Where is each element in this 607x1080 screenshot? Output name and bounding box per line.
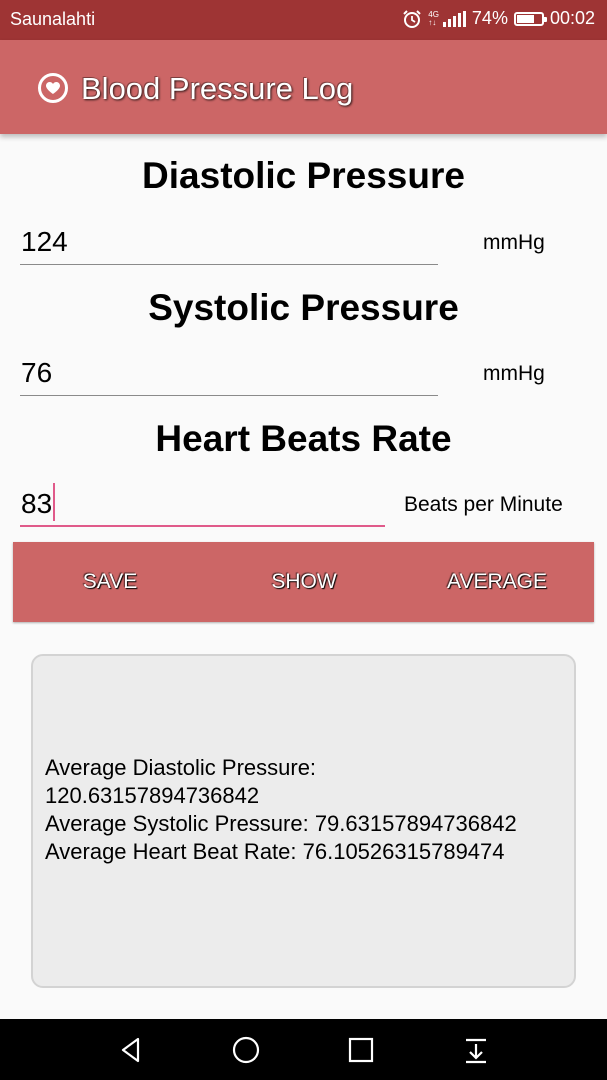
save-button[interactable]: SAVE	[13, 542, 207, 622]
battery-percent: 74%	[471, 8, 508, 28]
diastolic-unit: mmHg	[483, 231, 545, 254]
diastolic-heading: Diastolic Pressure	[142, 155, 465, 196]
average-result-box: Average Diastolic Pressure: 120.63157894…	[31, 654, 576, 988]
status-bar: Saunalahti 4G ↑↓ 74% 00:02	[0, 0, 607, 40]
heart-rate-input[interactable]: 83	[20, 481, 385, 527]
clock: 00:02	[549, 8, 595, 28]
result-line: Average Heart Beat Rate: 76.105263157894…	[45, 839, 505, 864]
home-icon[interactable]	[231, 1035, 261, 1065]
carrier-name: Saunalahti	[10, 9, 96, 29]
button-bar: SAVE SHOW AVERAGE	[13, 542, 594, 622]
result-line: 120.63157894736842	[45, 783, 260, 808]
heart-rate-value: 83	[21, 488, 53, 519]
back-icon[interactable]	[117, 1035, 147, 1065]
navigation-bar	[0, 1019, 607, 1080]
result-line: Average Diastolic Pressure:	[45, 755, 317, 780]
result-line: Average Systolic Pressure: 79.6315789473…	[45, 811, 517, 836]
diastolic-input[interactable]: 124	[20, 219, 438, 265]
average-result-text: Average Diastolic Pressure: 120.63157894…	[45, 754, 517, 866]
app-title: Blood Pressure Log	[81, 71, 354, 106]
systolic-input[interactable]: 76	[20, 350, 438, 396]
text-cursor	[53, 483, 56, 521]
signal-icon	[442, 10, 466, 27]
heart-icon	[38, 73, 68, 103]
app-bar: Blood Pressure Log	[0, 40, 607, 134]
systolic-heading: Systolic Pressure	[148, 287, 459, 328]
alarm-icon	[403, 9, 421, 28]
network-type: 4G ↑↓	[428, 9, 439, 27]
heart-rate-heading: Heart Beats Rate	[155, 418, 452, 459]
show-button[interactable]: SHOW	[207, 542, 401, 622]
heart-rate-unit: Beats per Minute	[404, 493, 563, 516]
average-button[interactable]: AVERAGE	[400, 542, 594, 622]
battery-icon	[513, 11, 547, 26]
status-icons: 4G ↑↓ 74% 00:02	[402, 8, 595, 29]
recents-icon[interactable]	[346, 1035, 376, 1065]
notification-pull-icon[interactable]	[461, 1035, 491, 1065]
systolic-unit: mmHg	[483, 362, 545, 385]
